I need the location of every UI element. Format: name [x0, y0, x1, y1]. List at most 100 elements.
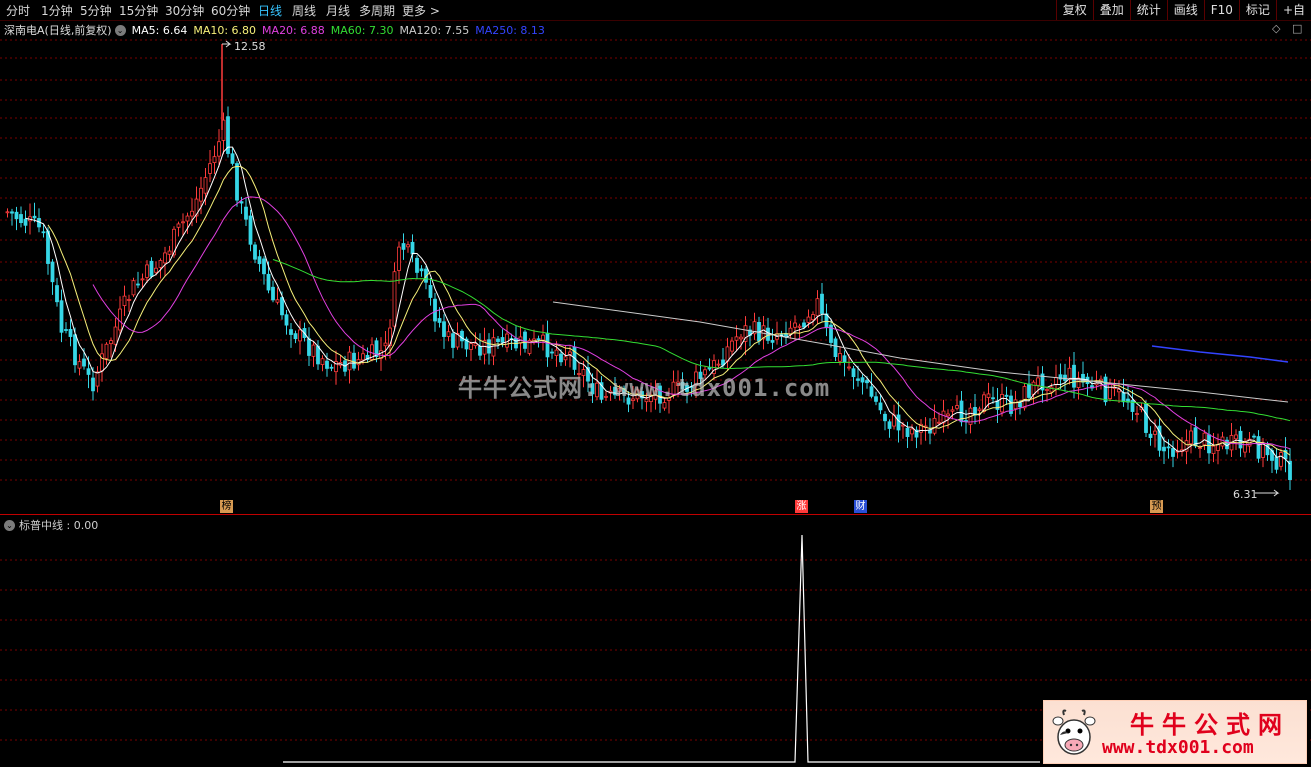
period-tab-daily[interactable]: 日线 — [258, 2, 282, 19]
candle-body — [532, 338, 536, 342]
candle-body — [995, 400, 1000, 410]
marker-zhang[interactable]: 涨 — [795, 500, 808, 513]
candle-body — [743, 325, 748, 342]
candle-body — [761, 325, 766, 340]
candle-body — [1036, 377, 1040, 386]
ma20-line — [92, 196, 1291, 450]
candle-body — [356, 359, 361, 366]
candle-body — [433, 298, 437, 322]
period-tab-1min[interactable]: 1分钟 — [41, 2, 73, 19]
candle-body — [302, 328, 307, 338]
overlay-button[interactable]: 叠加 — [1092, 0, 1130, 20]
statistics-button[interactable]: 统计 — [1129, 0, 1167, 20]
candle-body — [559, 353, 563, 363]
period-tab-weekly[interactable]: 周线 — [292, 2, 316, 19]
candle-body — [478, 346, 482, 356]
period-tab-15min[interactable]: 15分钟 — [119, 2, 158, 19]
candle-body — [775, 333, 779, 340]
indicator-legend: ⌄ 标普中线 : 0.00 — [4, 517, 98, 533]
candle-body — [217, 141, 221, 157]
candle-body — [1274, 456, 1279, 470]
candle-body — [865, 380, 869, 384]
period-tab-monthly[interactable]: 月线 — [326, 2, 350, 19]
candle-body — [352, 352, 356, 369]
ma60-label: MA60: 7.30 — [330, 23, 394, 37]
period-tab-5min[interactable]: 5分钟 — [80, 2, 112, 19]
custom-button[interactable]: +自 — [1275, 0, 1311, 20]
mark-button[interactable]: 标记 — [1238, 0, 1276, 20]
candle-body — [1054, 376, 1058, 386]
ma-legend: 深南电A(日线,前复权) ⌄ MA5: 6.64 MA10: 6.80 MA20… — [4, 22, 551, 38]
candle-body — [1175, 450, 1180, 453]
candle-body — [167, 250, 172, 255]
candle-body — [392, 271, 397, 327]
candle-body — [1216, 444, 1220, 451]
period-tab-multi[interactable]: 多周期 — [359, 2, 395, 19]
ma5-label: MA5: 6.64 — [131, 23, 188, 37]
candle-body — [932, 417, 937, 434]
candle-body — [833, 338, 838, 358]
candle-body — [1238, 430, 1243, 449]
logo-title: 牛牛公式网 — [1130, 710, 1290, 739]
ma250-line — [1151, 345, 1289, 363]
candle-body — [473, 343, 478, 347]
candle-body — [1184, 440, 1189, 452]
period-tab-30min[interactable]: 30分钟 — [165, 2, 204, 19]
candle-body — [1067, 367, 1072, 380]
candle-body — [1004, 394, 1009, 397]
period-toolbar: 分时 1分钟 5分钟 15分钟 30分钟 60分钟 日线 周线 月线 多周期 更… — [0, 0, 1311, 21]
candle-body — [235, 163, 239, 201]
indicator-line — [283, 534, 1040, 763]
candle-body — [185, 215, 190, 222]
period-tab-fenshi[interactable]: 分时 — [6, 2, 30, 19]
period-tab-60min[interactable]: 60分钟 — [211, 2, 250, 19]
stock-title[interactable]: 深南电A(日线,前复权) — [4, 22, 112, 38]
min-price-arrow — [1255, 489, 1280, 497]
candle-body — [554, 349, 559, 356]
candle-body — [32, 215, 37, 219]
candle-body — [518, 336, 523, 344]
watermark-text: 牛牛公式网: www.tdx001.com — [458, 374, 831, 402]
candle-body — [1045, 389, 1049, 391]
candle-body — [820, 293, 824, 314]
candle-body — [527, 340, 532, 354]
candle-body — [329, 366, 334, 369]
candle-body — [410, 241, 415, 255]
candle-body — [464, 338, 469, 350]
candle-body — [1166, 446, 1171, 449]
fuquan-button[interactable]: 复权 — [1055, 0, 1093, 20]
marker-yu[interactable]: 预 — [1150, 500, 1163, 513]
period-tab-more[interactable]: 更多 > — [402, 2, 440, 19]
chevron-down-icon[interactable]: ⌄ — [4, 519, 15, 531]
candle-body — [203, 177, 208, 194]
candle-body — [284, 314, 289, 326]
pane-divider[interactable] — [0, 514, 1311, 515]
candle-body — [307, 338, 311, 356]
candle-body — [415, 257, 419, 273]
candle-body — [901, 424, 905, 427]
candle-body — [455, 333, 460, 348]
price-grid — [0, 39, 1311, 481]
candle-body — [923, 425, 928, 428]
draw-line-button[interactable]: 画线 — [1166, 0, 1204, 20]
candle-body — [1013, 399, 1018, 410]
candle-body — [230, 153, 235, 164]
candle-body — [1090, 385, 1094, 389]
candle-body — [505, 333, 509, 348]
marker-bang[interactable]: 榜 — [220, 500, 233, 513]
marker-cai[interactable]: 财 — [854, 500, 867, 513]
candle-body — [779, 333, 784, 336]
candle-body — [806, 316, 811, 323]
candle-body — [442, 321, 446, 337]
candle-body — [536, 338, 541, 341]
candle-body — [1139, 406, 1144, 411]
candle-body — [208, 163, 212, 174]
square-icon[interactable]: □ — [1292, 22, 1302, 35]
diamond-icon[interactable]: ◇ — [1272, 22, 1280, 35]
chevron-down-icon[interactable]: ⌄ — [114, 24, 126, 36]
f10-button[interactable]: F10 — [1203, 0, 1239, 20]
candle-body — [311, 344, 316, 357]
candle-body — [662, 402, 667, 409]
candle-body — [788, 327, 793, 336]
candle-body — [275, 299, 280, 303]
